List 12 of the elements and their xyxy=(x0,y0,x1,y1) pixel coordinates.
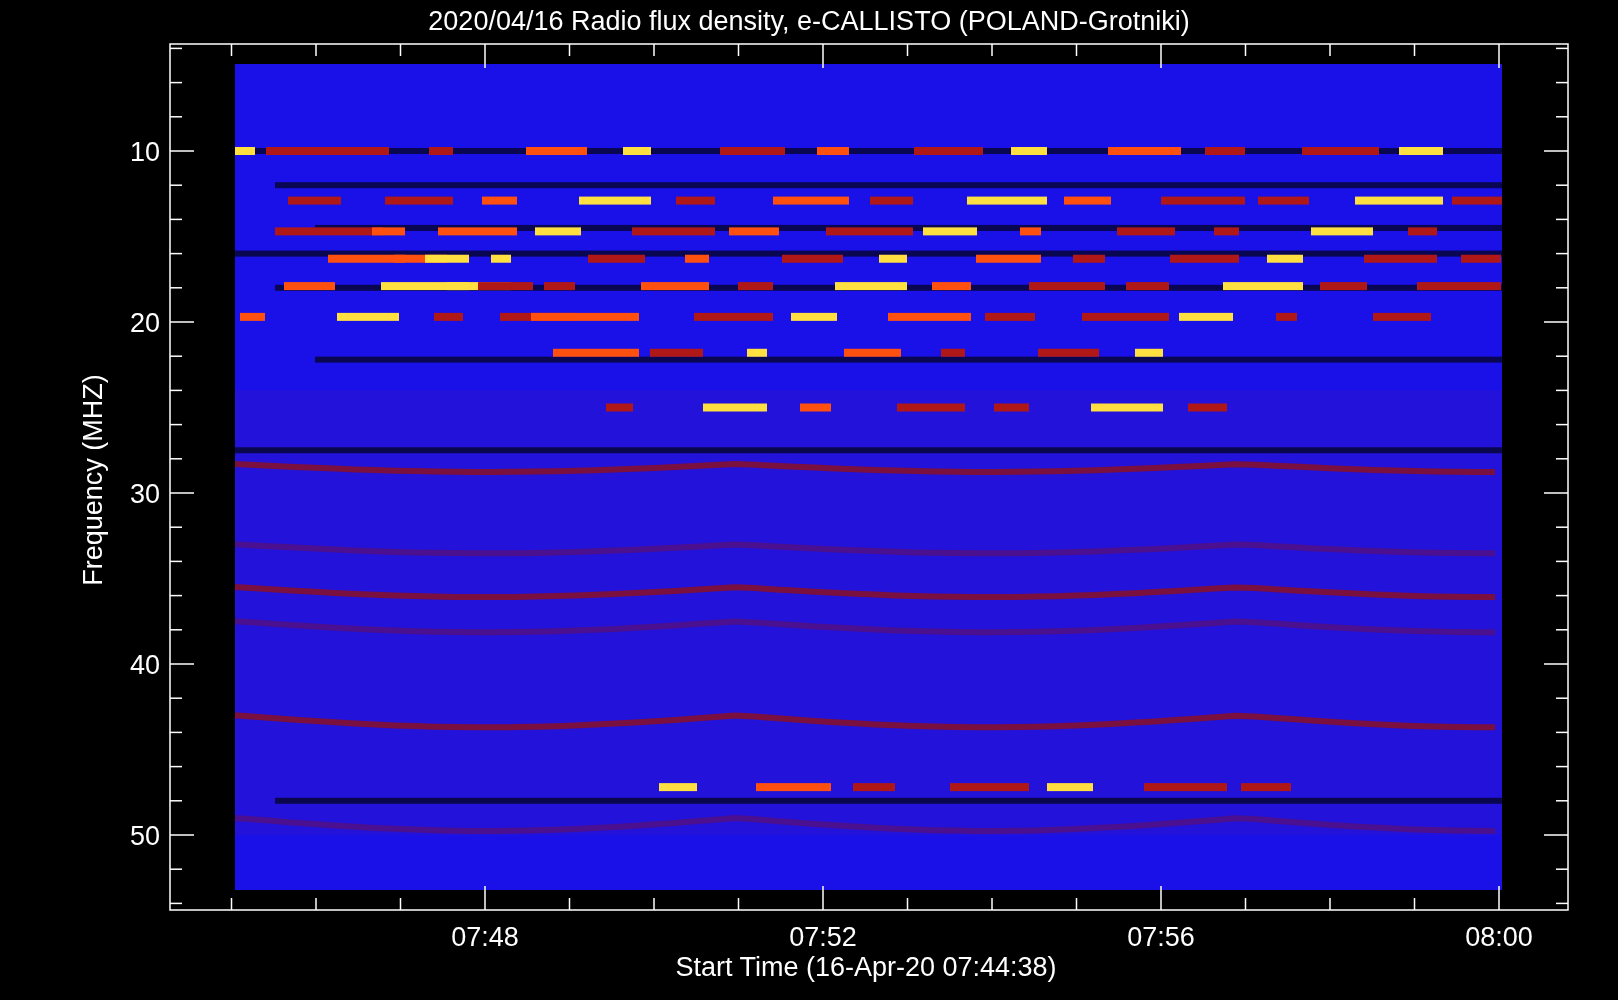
chart-title: 2020/04/16 Radio flux density, e-CALLISTO (POLAND-Grotniki) xyxy=(428,6,1190,36)
x-axis-label: Start Time (16-Apr-20 07:44:38) xyxy=(675,952,1057,982)
y-tick-label: 40 xyxy=(129,650,160,680)
y-tick-label: 20 xyxy=(129,308,160,338)
x-tick-label: 07:56 xyxy=(1127,922,1195,952)
x-tick-label: 08:00 xyxy=(1465,922,1533,952)
y-tick-label: 50 xyxy=(129,821,160,851)
y-tick-label: 30 xyxy=(129,479,160,509)
y-tick-label: 10 xyxy=(129,137,160,167)
x-tick-label: 07:48 xyxy=(451,922,519,952)
y-axis-label: Frequency (MHZ) xyxy=(78,374,108,586)
x-tick-label: 07:52 xyxy=(789,922,857,952)
